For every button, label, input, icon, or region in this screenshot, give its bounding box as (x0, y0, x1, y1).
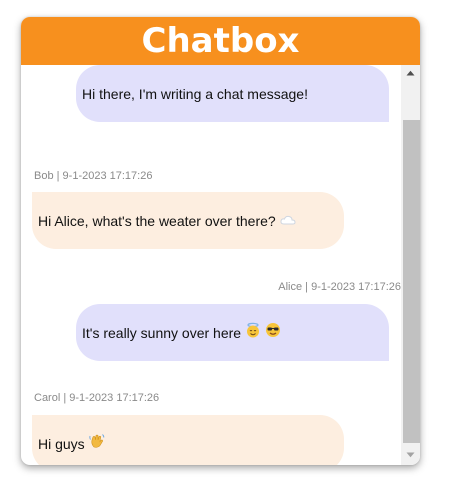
message-text: It's really sunny over here (82, 324, 242, 341)
cloud-emoji (280, 211, 296, 231)
message-bubble-sent: Hi there, I'm writing a chat message! (76, 65, 389, 122)
smiling-face-with-halo-emoji (245, 322, 261, 343)
chatbox-header: Chatbox (21, 17, 420, 65)
message-meta: Carol | 9-1-2023 17:17:26 (34, 392, 160, 404)
scroll-down-arrow-icon[interactable] (401, 447, 420, 465)
message-bubble-received: Hi guys (32, 415, 344, 465)
message-bubble-sent: It's really sunny over here (76, 304, 389, 361)
message-list[interactable]: Hi there, I'm writing a chat message! Bo… (21, 65, 401, 465)
smiling-face-with-sunglasses-emoji (265, 322, 281, 343)
chatbox-window: Chatbox Hi there, I'm writing a chat mes… (21, 17, 420, 465)
scrollbar-thumb[interactable] (403, 120, 420, 443)
waving-hand-emoji (89, 433, 105, 454)
message-text: Hi Alice, what's the weater over there? (38, 212, 276, 229)
message-meta: Bob | 9-1-2023 17:17:26 (34, 170, 153, 182)
message-meta: Alice | 9-1-2023 17:17:26 (278, 281, 401, 293)
chatbox-title: Chatbox (141, 21, 300, 61)
message-text: Hi guys (38, 435, 85, 452)
scrollbar[interactable] (401, 65, 420, 465)
message-text: Hi there, I'm writing a chat message! (82, 85, 308, 102)
message-bubble-received: Hi Alice, what's the weater over there? (32, 192, 344, 249)
scroll-up-arrow-icon[interactable] (401, 65, 420, 83)
